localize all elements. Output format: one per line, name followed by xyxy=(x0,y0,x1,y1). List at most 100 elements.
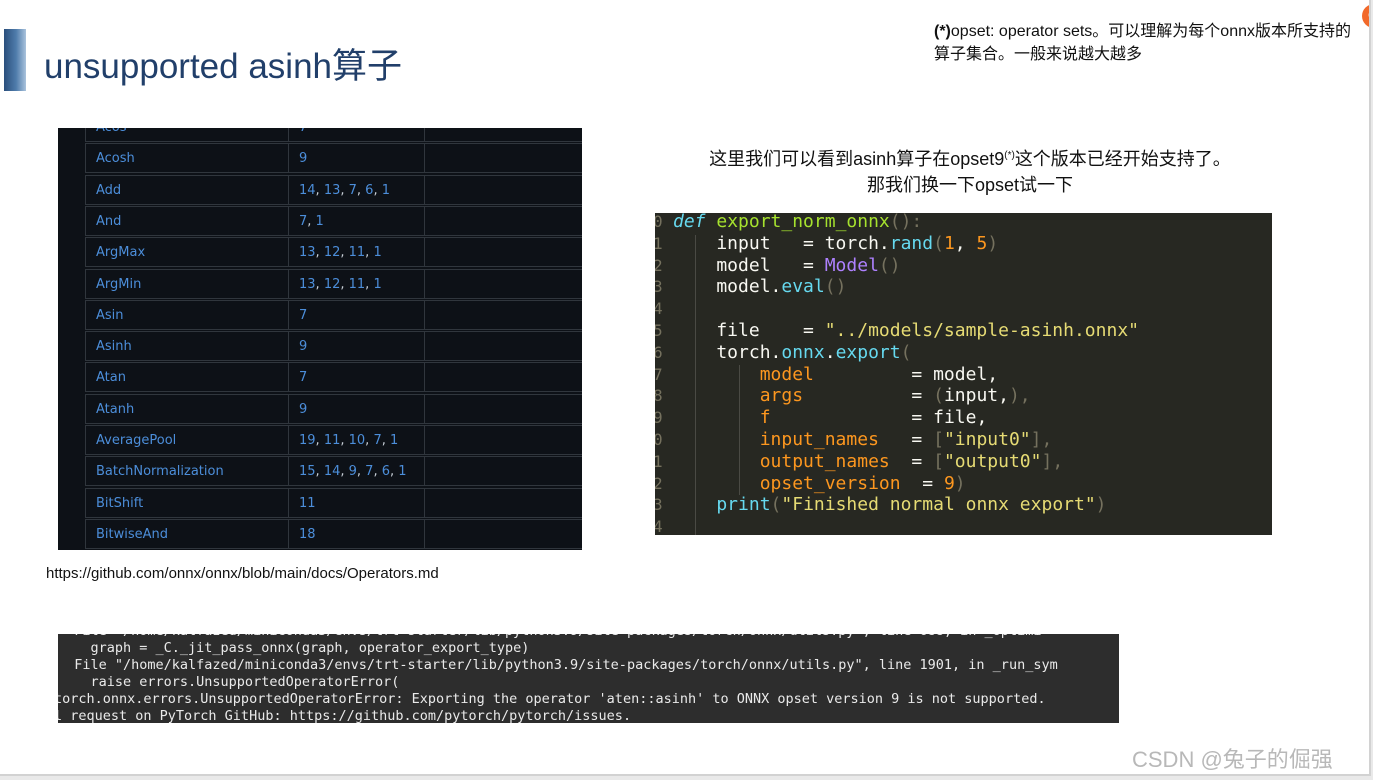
version-link[interactable]: 1 xyxy=(398,464,406,479)
operator-name[interactable]: Asin xyxy=(85,300,288,329)
version-link[interactable]: 15 xyxy=(299,464,316,479)
version-link[interactable]: 10 xyxy=(349,433,366,448)
operator-name[interactable]: BitShift xyxy=(85,488,288,517)
version-link[interactable]: 9 xyxy=(349,464,357,479)
table-cell xyxy=(424,394,582,423)
version-link[interactable]: 14 xyxy=(299,183,316,198)
version-link[interactable]: 1 xyxy=(382,183,390,198)
note-marker: (*) xyxy=(934,23,951,40)
table-row: Asin 7 xyxy=(85,299,582,330)
line-number: 2 xyxy=(655,473,663,495)
version-separator: , xyxy=(373,182,382,198)
operator-name[interactable]: ArgMin xyxy=(85,269,288,298)
version-link[interactable]: 11 xyxy=(299,496,316,511)
operator-name[interactable]: Atanh xyxy=(85,394,288,423)
terminal-line: raise errors.UnsupportedOperatorError( xyxy=(58,674,400,690)
table-row: AveragePool 19, 11, 10, 7, 1 xyxy=(85,425,582,455)
version-link[interactable]: 6 xyxy=(382,464,390,479)
code-line: 0 def export_norm_onnx(): xyxy=(655,213,1272,233)
operator-name[interactable]: Add xyxy=(85,175,288,204)
code-editor: 0def export_norm_onnx():1 input = torch.… xyxy=(655,213,1272,535)
code-line: 3 print("Finished normal onnx export") xyxy=(655,494,1272,516)
operator-name[interactable]: Asinh xyxy=(85,332,288,361)
opset-note: (*)opset: operator sets。可以理解为每个onnx版本所支持… xyxy=(934,20,1364,66)
line-number: 2 xyxy=(655,255,663,277)
table-row: Atanh 9 xyxy=(85,393,582,424)
version-separator: , xyxy=(315,433,324,448)
version-link[interactable]: 12 xyxy=(324,277,341,292)
operators-doc-url[interactable]: https://github.com/onnx/onnx/blob/main/d… xyxy=(46,565,439,582)
version-link[interactable]: 7 xyxy=(299,308,307,323)
line-number: 4 xyxy=(655,298,663,320)
operator-name[interactable]: ArgMax xyxy=(85,238,288,267)
line-number: 3 xyxy=(655,276,663,298)
terminal-output: File "/home/kalfazed/miniconda3/envs/trt… xyxy=(58,634,1119,723)
table-row: BitShift 11 xyxy=(85,487,582,518)
operator-versions: 7 xyxy=(288,128,424,141)
operator-name[interactable]: Acosh xyxy=(85,144,288,173)
code-line: 1 input = torch.rand(1, 5) xyxy=(655,233,1272,255)
version-link[interactable]: 9 xyxy=(299,151,307,166)
operator-name[interactable]: Atan xyxy=(85,363,288,392)
table-row: Acos7 xyxy=(85,128,582,142)
line-number: 0 xyxy=(655,213,663,233)
operator-name[interactable]: And xyxy=(85,206,288,235)
version-link[interactable]: 18 xyxy=(299,527,316,542)
version-separator: , xyxy=(307,213,316,229)
version-link[interactable]: 13 xyxy=(299,245,316,260)
version-link[interactable]: 7 xyxy=(299,370,307,385)
table-row: Add 14, 13, 7, 6, 1 xyxy=(85,174,582,205)
operator-versions: 18 xyxy=(288,519,424,548)
operator-versions: 7 xyxy=(288,363,424,392)
version-link[interactable]: 13 xyxy=(299,277,316,292)
line-number: 7 xyxy=(655,364,663,386)
slide: unsupported asinh算子 (*)opset: operator s… xyxy=(0,0,1371,776)
version-separator: , xyxy=(340,276,349,292)
code-line: 6 torch.onnx.export( xyxy=(655,342,1272,364)
description: 这里我们可以看到asinh算子在opset9(*)这个版本已经开始支持了。 那我… xyxy=(640,143,1300,198)
version-link[interactable]: 7 xyxy=(373,433,381,448)
version-link[interactable]: 11 xyxy=(349,245,366,260)
version-separator: , xyxy=(315,464,324,480)
table-row: Acosh 9 xyxy=(85,143,582,174)
version-separator: , xyxy=(356,464,366,480)
version-link[interactable]: 13 xyxy=(324,183,341,198)
terminal-line: File "/home/kalfazed/miniconda3/envs/trt… xyxy=(58,657,1058,673)
version-link[interactable]: 1 xyxy=(373,245,381,260)
version-link[interactable]: 7 xyxy=(349,183,357,198)
version-link[interactable]: 19 xyxy=(299,433,316,448)
code-text: print("Finished normal onnx export") xyxy=(673,494,1107,516)
operator-name[interactable]: BitwiseAnd xyxy=(85,519,288,548)
operator-name[interactable]: BatchNormalization xyxy=(85,457,288,486)
operator-name[interactable]: Acos xyxy=(85,128,288,141)
line-number: 6 xyxy=(655,342,663,364)
version-link[interactable]: 9 xyxy=(299,339,307,354)
code-line: 7 model = model, xyxy=(655,364,1272,386)
operator-versions: 15, 14, 9, 7, 6, 1 xyxy=(288,457,424,486)
version-link[interactable]: 11 xyxy=(349,277,366,292)
code-text: args = (input,), xyxy=(759,385,1031,407)
operator-versions: 9 xyxy=(288,394,424,423)
version-link[interactable]: 1 xyxy=(316,214,324,229)
version-link[interactable]: 1 xyxy=(390,433,398,448)
code-text: model.eval() xyxy=(673,276,847,298)
table-cell xyxy=(424,426,582,454)
slide-title: unsupported asinh算子 xyxy=(44,47,402,86)
version-link[interactable]: 11 xyxy=(324,433,341,448)
table-row: Atan 7 xyxy=(85,362,582,393)
code-line: 5 file = "../models/sample-asinh.onnx" xyxy=(655,320,1272,342)
table-row: BatchNormalization 15, 14, 9, 7, 6, 1 xyxy=(85,456,582,487)
version-link[interactable]: 9 xyxy=(299,402,307,417)
table-cell xyxy=(424,457,582,486)
version-link[interactable]: 1 xyxy=(373,277,381,292)
operator-name[interactable]: AveragePool xyxy=(85,426,288,454)
version-link[interactable]: 12 xyxy=(324,245,341,260)
watermark: CSDN @兔子的倔强 xyxy=(1132,747,1333,772)
title-accent-bar xyxy=(4,29,26,91)
table-row: Asinh 9 xyxy=(85,331,582,362)
version-link[interactable]: 14 xyxy=(324,464,341,479)
indent-guide xyxy=(739,365,740,495)
table-cell xyxy=(424,488,582,517)
table-row: ArgMax 13, 12, 11, 1 xyxy=(85,237,582,268)
line-number: 1 xyxy=(655,233,663,255)
